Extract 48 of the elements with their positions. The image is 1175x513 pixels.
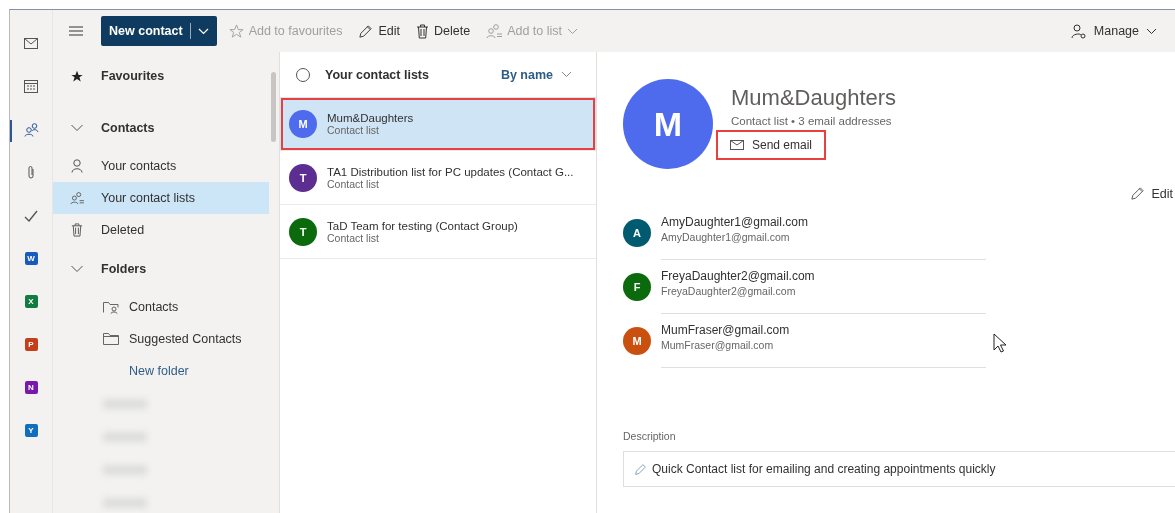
list-type: Contact list: [327, 231, 380, 244]
edit-button[interactable]: Edit: [1130, 186, 1175, 201]
avatar: M: [623, 79, 713, 169]
avatar: F: [623, 273, 651, 301]
app-icon[interactable]: W: [24, 252, 38, 265]
list-type: Contact list: [327, 123, 379, 136]
list-name: Mum&Daughters: [327, 111, 415, 124]
sidebar-item[interactable]: Favourites: [53, 61, 269, 91]
sidebar-item[interactable]: Your contact lists: [53, 182, 269, 214]
delete-button[interactable]: Delete: [410, 16, 477, 46]
sidebar-item[interactable]: Deleted: [53, 214, 269, 246]
app-icon[interactable]: P: [24, 338, 38, 351]
edit-button[interactable]: Edit: [352, 16, 406, 46]
list-title: Your contact lists: [325, 67, 430, 82]
app-icon[interactable]: Y: [24, 424, 38, 437]
sort-button[interactable]: By name: [494, 66, 578, 83]
sidebar-item[interactable]: Contacts: [53, 291, 269, 323]
contact-list-item[interactable]: T TA1 Distribution list for PC updates (Contact G... Contact list: [280, 151, 596, 205]
app-icon[interactable]: X: [24, 295, 38, 308]
avatar: T: [289, 163, 317, 192]
avatar: T: [289, 217, 317, 246]
sidebar-item[interactable]: Your contacts: [53, 150, 269, 182]
list-name: TaD Team for testing (Contact Group): [327, 219, 519, 232]
list-type: Contact list: [327, 177, 380, 190]
member-email: FreyaDaughter2@gmail.com: [661, 285, 797, 297]
contact-name: Mum&Daughters: [731, 85, 897, 111]
new-contact-button[interactable]: New contact: [101, 16, 217, 46]
avatar: M: [623, 327, 651, 355]
app-icon[interactable]: N: [24, 381, 38, 394]
member-email: AmyDaughter1@gmail.com: [661, 231, 791, 243]
contact-list-item[interactable]: M Mum&Daughters Contact list: [280, 97, 596, 151]
description-label: Description: [623, 430, 677, 442]
sidebar-item[interactable]: Suggested Contacts: [53, 323, 269, 355]
member-name: FreyaDaughter2@gmail.com: [661, 269, 816, 283]
member-email: MumFraser@gmail.com: [661, 339, 775, 351]
manage-button[interactable]: Manage: [1064, 16, 1163, 46]
list-name: TA1 Distribution list for PC updates (Contact G...: [327, 165, 575, 178]
description-field[interactable]: Quick Contact list for emailing and creating appointments quickly: [623, 451, 1175, 487]
avatar: A: [623, 219, 651, 247]
member-name: MumFraser@gmail.com: [661, 323, 791, 337]
sidebar-item[interactable]: New folder: [53, 355, 269, 387]
sidebar-item[interactable]: Contacts: [53, 105, 269, 150]
member-name: AmyDaughter1@gmail.com: [661, 215, 809, 229]
sidebar-item[interactable]: Folders: [53, 246, 269, 291]
send-email-button[interactable]: Send email: [716, 130, 827, 160]
contact-subtitle: Contact list • 3 email addresses: [731, 115, 892, 127]
avatar: M: [289, 109, 317, 138]
contact-list-item[interactable]: T TaD Team for testing (Contact Group) Contact list: [280, 205, 596, 259]
